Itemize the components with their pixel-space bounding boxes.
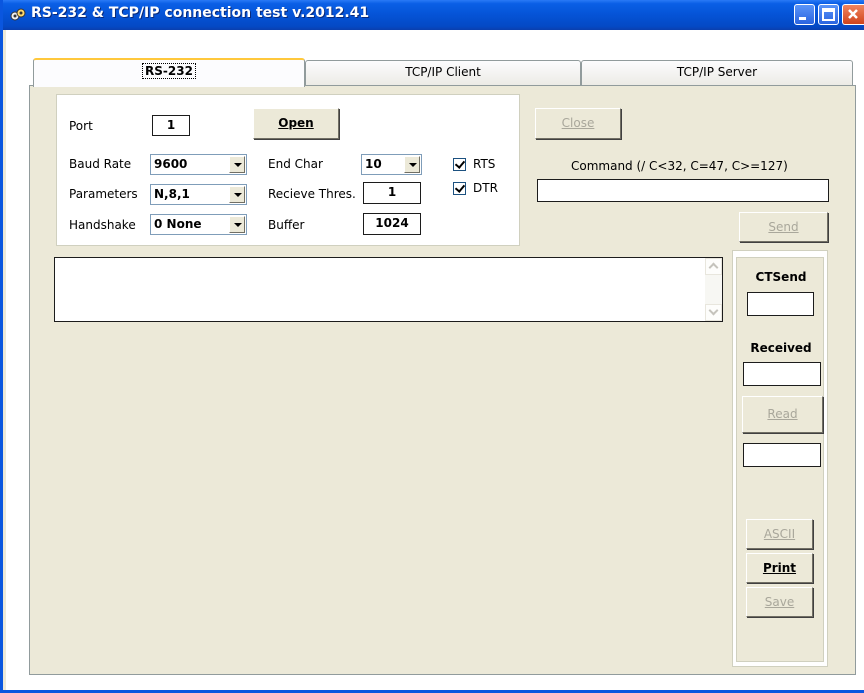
- tab-tcpip-client[interactable]: TCP/IP Client: [305, 60, 581, 85]
- parameters-label: Parameters: [69, 187, 138, 201]
- parameters-value: N,8,1: [154, 187, 190, 201]
- send-button[interactable]: Send: [739, 212, 828, 242]
- command-input[interactable]: [537, 179, 829, 202]
- output-scrollbar[interactable]: [705, 258, 722, 321]
- rts-label: RTS: [473, 157, 496, 171]
- receive-threshold-label: Recieve Thres.: [268, 187, 356, 201]
- close-button[interactable]: Close: [535, 108, 621, 139]
- command-label: Command (/ C<32, C=47, C>=127): [571, 159, 788, 173]
- received-field[interactable]: [743, 362, 821, 386]
- end-char-label: End Char: [268, 157, 323, 171]
- close-button-label: Close: [561, 116, 595, 130]
- baud-rate-select[interactable]: 9600: [150, 154, 247, 175]
- minimize-icon: [799, 17, 806, 20]
- minimize-button[interactable]: [794, 4, 815, 25]
- maximize-button[interactable]: [818, 4, 839, 25]
- read-field[interactable]: [743, 443, 821, 467]
- received-label: Received: [750, 341, 812, 355]
- buffer-field[interactable]: 1024: [363, 213, 421, 235]
- parameters-select[interactable]: N,8,1: [150, 184, 247, 205]
- port-label: Port: [69, 119, 93, 133]
- buffer-label: Buffer: [268, 218, 305, 232]
- open-button[interactable]: Open: [253, 108, 339, 139]
- handshake-select[interactable]: 0 None: [150, 214, 247, 235]
- app-window: RS-232 & TCP/IP connection test v.2012.4…: [0, 0, 864, 693]
- tab-tcpip-client-label: TCP/IP Client: [405, 65, 481, 79]
- send-button-label: Send: [768, 220, 799, 234]
- tab-rs232-label: RS-232: [142, 63, 196, 79]
- ascii-button-label: ASCII: [763, 527, 796, 541]
- window-title: RS-232 & TCP/IP connection test v.2012.4…: [31, 5, 370, 21]
- open-button-label: Open: [278, 116, 314, 130]
- status-panel: CTSend Received Read ASCII Print Save: [732, 250, 828, 667]
- chevron-down-icon[interactable]: [229, 156, 245, 173]
- dtr-label: DTR: [473, 181, 498, 195]
- title-bar[interactable]: RS-232 & TCP/IP connection test v.2012.4…: [3, 0, 864, 30]
- ctsend-field[interactable]: [747, 292, 814, 316]
- status-panel-inner: CTSend Received Read ASCII Print Save: [736, 257, 824, 662]
- receive-threshold-field[interactable]: 1: [363, 182, 421, 204]
- read-button-label: Read: [767, 407, 798, 421]
- handshake-label: Handshake: [69, 218, 136, 232]
- ascii-button[interactable]: ASCII: [746, 519, 813, 549]
- port-field[interactable]: 1: [152, 115, 190, 136]
- baud-rate-label: Baud Rate: [69, 157, 132, 171]
- dtr-checkbox[interactable]: [453, 182, 466, 195]
- network-app-icon: [10, 8, 26, 21]
- maximize-icon: [822, 8, 835, 21]
- save-button-label: Save: [764, 595, 795, 609]
- handshake-value: 0 None: [154, 217, 202, 231]
- baud-rate-value: 9600: [154, 157, 188, 171]
- chevron-down-icon[interactable]: [404, 156, 420, 173]
- end-char-select[interactable]: 10: [361, 154, 422, 175]
- chevron-down-icon[interactable]: [229, 216, 245, 233]
- chevron-down-icon[interactable]: [229, 186, 245, 203]
- scroll-down-icon[interactable]: [705, 304, 722, 321]
- print-button[interactable]: Print: [746, 553, 813, 583]
- close-icon: [848, 9, 858, 19]
- tab-tcpip-server[interactable]: TCP/IP Server: [581, 60, 853, 85]
- rts-checkbox[interactable]: [453, 158, 466, 171]
- save-button[interactable]: Save: [746, 587, 813, 617]
- output-textarea[interactable]: [54, 257, 723, 322]
- tab-rs232[interactable]: RS-232: [33, 58, 305, 87]
- ctsend-label: CTSend: [755, 270, 807, 284]
- tab-tcpip-server-label: TCP/IP Server: [676, 65, 758, 79]
- close-window-button[interactable]: [842, 4, 864, 25]
- end-char-value: 10: [365, 157, 382, 171]
- read-button[interactable]: Read: [742, 396, 823, 433]
- print-button-label: Print: [762, 561, 797, 575]
- scroll-up-icon[interactable]: [705, 258, 722, 275]
